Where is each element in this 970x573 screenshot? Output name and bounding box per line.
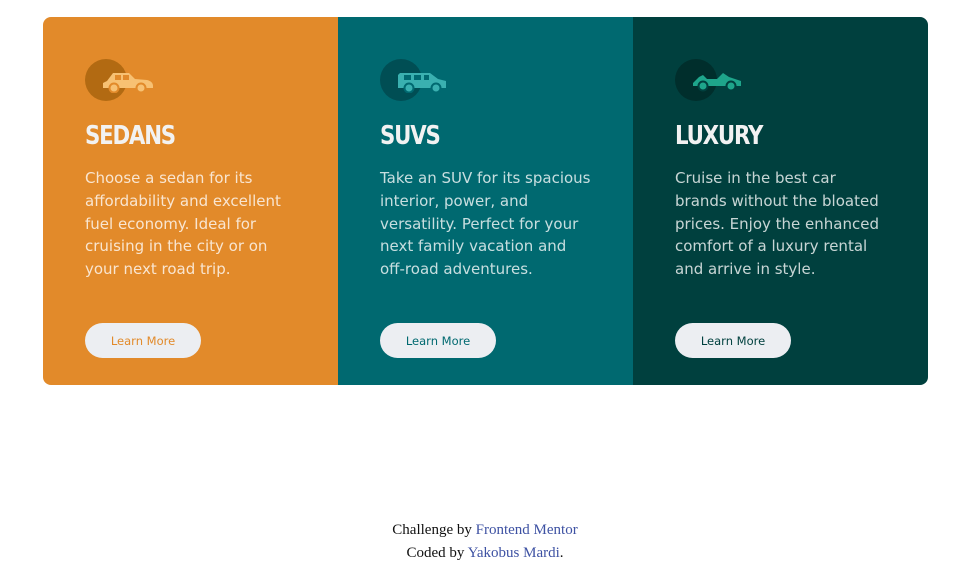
learn-more-button[interactable]: Learn More [675,323,791,358]
suv-car-icon [398,73,446,93]
card-description: Choose a sedan for its affordability and… [85,169,281,279]
attribution-prefix: Challenge by [392,522,476,538]
card-description: Take an SUV for its spacious interior, p… [380,169,591,279]
learn-more-button[interactable]: Learn More [85,323,201,358]
attribution-prefix: Coded by [406,545,468,561]
attribution-line-1: Challenge by Frontend Mentor [0,519,970,542]
card-description: Cruise in the best car brands without th… [675,169,879,279]
card-suvs: SUVS Take an SUV for its spacious interi… [338,17,633,385]
luxury-car-icon [693,73,741,92]
attribution-line-2: Coded by Yakobus Mardi. [0,542,970,565]
card-title: SUVS [380,121,441,151]
attribution: Challenge by Frontend Mentor Coded by Ya… [0,519,970,565]
luxury-icon-wrapper [675,59,745,101]
frontend-mentor-link[interactable]: Frontend Mentor [476,522,578,538]
learn-more-button[interactable]: Learn More [380,323,496,358]
sedan-icon-wrapper [85,59,155,101]
card-luxury: LUXURY Cruise in the best car brands wit… [633,17,928,385]
suv-icon-wrapper [380,59,450,101]
card-sedans: SEDANS Choose a sedan for its affordabil… [43,17,338,385]
author-link[interactable]: Yakobus Mardi [468,545,560,561]
card-title: LUXURY [675,121,763,151]
attribution-suffix: . [559,545,564,561]
sedan-car-icon [103,73,153,93]
card-title: SEDANS [85,121,176,151]
car-cards-container: SEDANS Choose a sedan for its affordabil… [43,17,928,385]
